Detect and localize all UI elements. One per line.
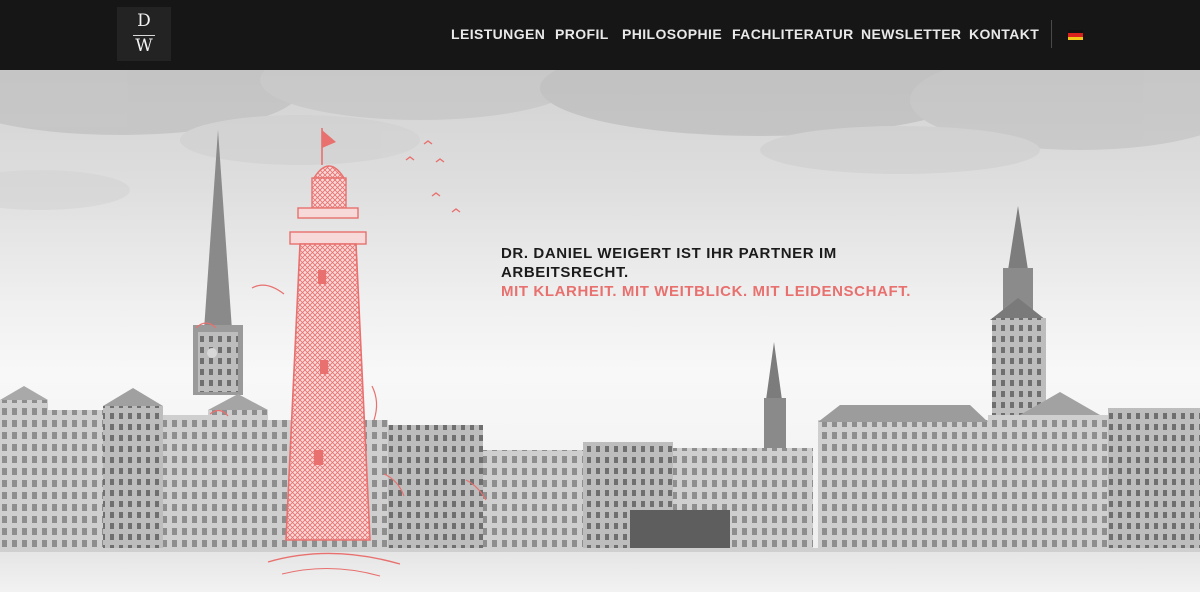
hero-headline: DR. DANIEL WEIGERT IST IHR PARTNER IM AR… bbox=[501, 245, 837, 281]
nav-item-leistungen[interactable]: LEISTUNGEN bbox=[451, 26, 545, 42]
buildings-right bbox=[818, 392, 1200, 550]
alster-water bbox=[0, 548, 1200, 592]
nav-divider bbox=[1051, 20, 1052, 48]
german-flag-icon[interactable] bbox=[1068, 30, 1083, 40]
buildings-left bbox=[0, 386, 483, 550]
page: D W LEISTUNGEN PROFIL PHILOSOPHIE FACHLI… bbox=[0, 0, 1200, 592]
site-header: D W LEISTUNGEN PROFIL PHILOSOPHIE FACHLI… bbox=[0, 0, 1200, 70]
hero-tagline: MIT KLARHEIT. MIT WEITBLICK. MIT LEIDENS… bbox=[501, 283, 912, 300]
city-hall-tower bbox=[990, 206, 1046, 418]
nav-item-newsletter[interactable]: NEWSLETTER bbox=[861, 26, 961, 42]
church-spire-middle bbox=[764, 342, 786, 448]
nav-item-fachliteratur[interactable]: FACHLITERATUR bbox=[732, 26, 854, 42]
buildings-middle bbox=[483, 442, 813, 550]
church-spire-left bbox=[193, 130, 243, 395]
nav-item-profil[interactable]: PROFIL bbox=[555, 26, 609, 42]
main-navigation: LEISTUNGEN PROFIL PHILOSOPHIE FACHLITERA… bbox=[0, 0, 1200, 70]
nav-item-kontakt[interactable]: KONTAKT bbox=[969, 26, 1039, 42]
hamburg-skyline-background bbox=[0, 70, 1200, 592]
hero-section: DR. DANIEL WEIGERT IST IHR PARTNER IM AR… bbox=[0, 70, 1200, 592]
clouds bbox=[0, 70, 1200, 210]
nav-item-philosophie[interactable]: PHILOSOPHIE bbox=[622, 26, 722, 42]
